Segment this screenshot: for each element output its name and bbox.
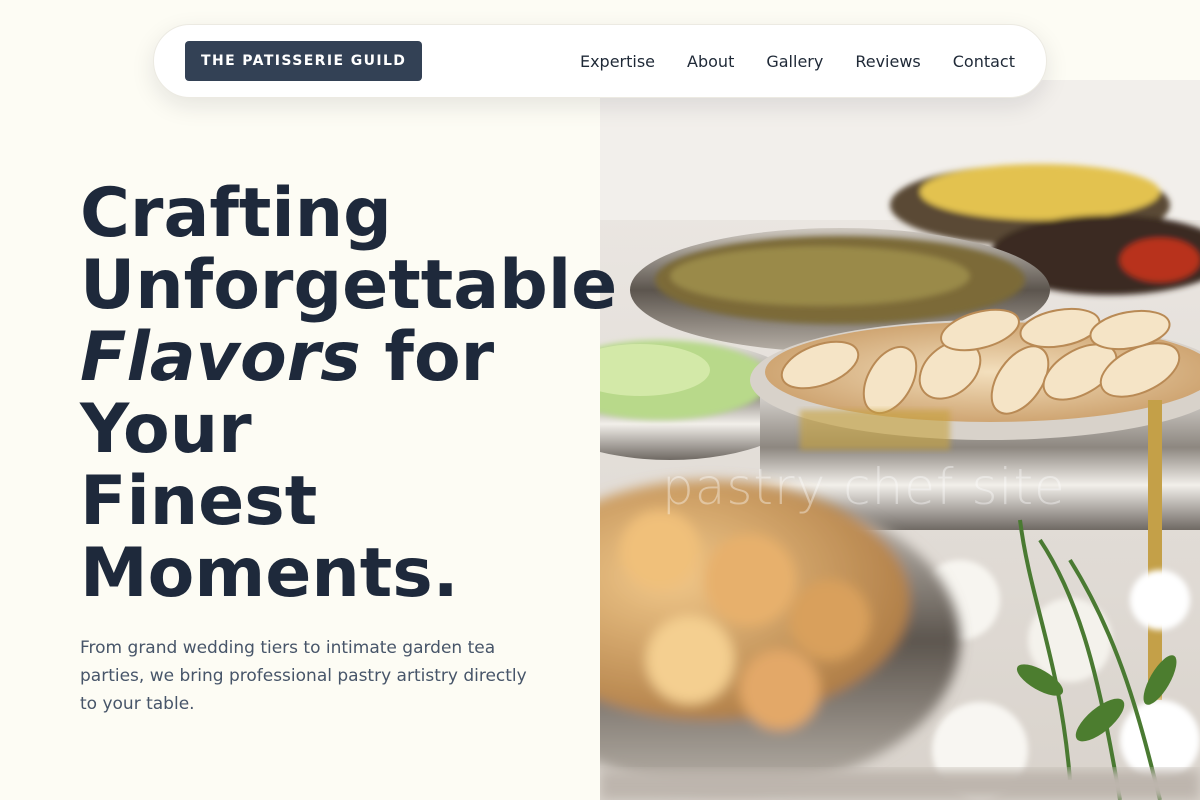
nav-link-expertise[interactable]: Expertise [580, 52, 655, 71]
nav-link-reviews[interactable]: Reviews [855, 52, 920, 71]
hero-title-rest: for [360, 318, 495, 397]
hero-image: pastry chef site [600, 80, 1200, 800]
brand-logo[interactable]: THE PATISSERIE GUILD [185, 41, 423, 81]
image-watermark: pastry chef site [662, 458, 1066, 516]
nav-link-gallery[interactable]: Gallery [766, 52, 823, 71]
navbar: THE PATISSERIE GUILD Expertise About Gal… [153, 24, 1047, 98]
nav-link-contact[interactable]: Contact [953, 52, 1015, 71]
hero-title-emphasis: Flavors [80, 318, 361, 397]
hero-title: Crafting Unforgettable Flavors for Your … [80, 178, 680, 610]
hero-title-line: Finest [80, 462, 318, 541]
hero-subtitle: From grand wedding tiers to intimate gar… [80, 638, 527, 714]
hero-title-line: Crafting [80, 174, 392, 253]
hero-title-line: Flavors for [80, 322, 680, 394]
hero-title-line: Moments. [80, 534, 459, 613]
nav-links: Expertise About Gallery Reviews Contact [580, 52, 1015, 71]
nav-link-about[interactable]: About [687, 52, 734, 71]
hero-title-line: Your [80, 390, 252, 469]
catering-photo [600, 80, 1200, 800]
hero-title-line: Unforgettable [80, 246, 618, 325]
